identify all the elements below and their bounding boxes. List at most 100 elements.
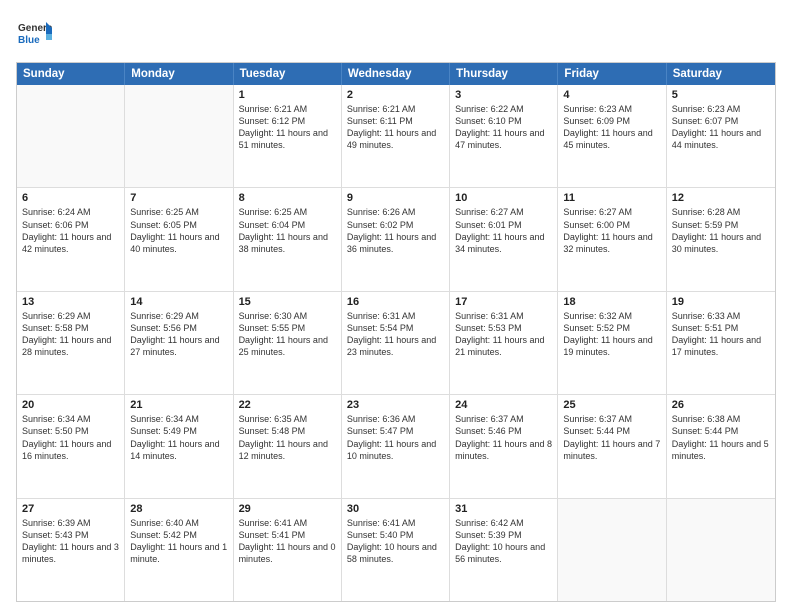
- calendar: SundayMondayTuesdayWednesdayThursdayFrid…: [16, 62, 776, 602]
- cell-info: Sunrise: 6:22 AM Sunset: 6:10 PM Dayligh…: [455, 103, 552, 152]
- day-number: 14: [130, 296, 227, 308]
- day-number: 7: [130, 192, 227, 204]
- day-number: 29: [239, 503, 336, 515]
- calendar-day-6: 6 Sunrise: 6:24 AM Sunset: 6:06 PM Daylig…: [17, 188, 125, 290]
- cell-info: Sunrise: 6:27 AM Sunset: 6:00 PM Dayligh…: [563, 206, 660, 255]
- cell-info: Sunrise: 6:37 AM Sunset: 5:44 PM Dayligh…: [563, 413, 660, 462]
- day-number: 6: [22, 192, 119, 204]
- day-number: 16: [347, 296, 444, 308]
- calendar-day-15: 15 Sunrise: 6:30 AM Sunset: 5:55 PM Dayli…: [234, 292, 342, 394]
- calendar-day-21: 21Sunrise: 6:34 AM Sunset: 5:49 PM Dayli…: [125, 395, 233, 497]
- day-number: 28: [130, 503, 227, 515]
- calendar-day-27: 27 Sunrise: 6:39 AM Sunset: 5:43 PM Dayli…: [17, 499, 125, 601]
- day-number: 12: [672, 192, 770, 204]
- header: General Blue: [16, 16, 776, 52]
- calendar-empty-cell: [17, 85, 125, 187]
- cell-info: Sunrise: 6:30 AM Sunset: 5:55 PM Dayligh…: [239, 310, 336, 359]
- cell-info: Sunrise: 6:21 AM Sunset: 6:11 PM Dayligh…: [347, 103, 444, 152]
- day-number: 22: [239, 399, 336, 411]
- cell-info: Sunrise: 6:40 AM Sunset: 5:42 PM Dayligh…: [130, 517, 227, 566]
- calendar-day-17: 17 Sunrise: 6:31 AM Sunset: 5:53 PM Dayli…: [450, 292, 558, 394]
- day-number: 8: [239, 192, 336, 204]
- calendar-week-5: 27 Sunrise: 6:39 AM Sunset: 5:43 PM Dayli…: [17, 499, 775, 601]
- day-number: 18: [563, 296, 660, 308]
- cell-info: Sunrise: 6:42 AM Sunset: 5:39 PM Dayligh…: [455, 517, 552, 566]
- header-day-thursday: Thursday: [450, 63, 558, 85]
- calendar-day-25: 25Sunrise: 6:37 AM Sunset: 5:44 PM Dayli…: [558, 395, 666, 497]
- calendar-day-18: 18 Sunrise: 6:32 AM Sunset: 5:52 PM Dayli…: [558, 292, 666, 394]
- calendar-day-14: 14 Sunrise: 6:29 AM Sunset: 5:56 PM Dayli…: [125, 292, 233, 394]
- cell-info: Sunrise: 6:37 AM Sunset: 5:46 PM Dayligh…: [455, 413, 552, 462]
- calendar-empty-cell: [667, 499, 775, 601]
- day-number: 5: [672, 89, 770, 101]
- calendar-day-5: 5 Sunrise: 6:23 AM Sunset: 6:07 PM Daylig…: [667, 85, 775, 187]
- cell-info: Sunrise: 6:31 AM Sunset: 5:53 PM Dayligh…: [455, 310, 552, 359]
- cell-info: Sunrise: 6:26 AM Sunset: 6:02 PM Dayligh…: [347, 206, 444, 255]
- calendar-day-31: 31 Sunrise: 6:42 AM Sunset: 5:39 PM Dayli…: [450, 499, 558, 601]
- calendar-day-4: 4Sunrise: 6:23 AM Sunset: 6:09 PM Daylig…: [558, 85, 666, 187]
- calendar-day-3: 3 Sunrise: 6:22 AM Sunset: 6:10 PM Daylig…: [450, 85, 558, 187]
- header-day-friday: Friday: [558, 63, 666, 85]
- day-number: 13: [22, 296, 119, 308]
- calendar-empty-cell: [558, 499, 666, 601]
- calendar-day-24: 24 Sunrise: 6:37 AM Sunset: 5:46 PM Dayli…: [450, 395, 558, 497]
- day-number: 10: [455, 192, 552, 204]
- day-number: 17: [455, 296, 552, 308]
- day-number: 21: [130, 399, 227, 411]
- cell-info: Sunrise: 6:25 AM Sunset: 6:05 PM Dayligh…: [130, 206, 227, 255]
- calendar-day-29: 29Sunrise: 6:41 AM Sunset: 5:41 PM Dayli…: [234, 499, 342, 601]
- day-number: 27: [22, 503, 119, 515]
- cell-info: Sunrise: 6:35 AM Sunset: 5:48 PM Dayligh…: [239, 413, 336, 462]
- calendar-week-2: 6 Sunrise: 6:24 AM Sunset: 6:06 PM Daylig…: [17, 188, 775, 291]
- calendar-day-26: 26Sunrise: 6:38 AM Sunset: 5:44 PM Dayli…: [667, 395, 775, 497]
- calendar-day-8: 8Sunrise: 6:25 AM Sunset: 6:04 PM Daylig…: [234, 188, 342, 290]
- header-day-tuesday: Tuesday: [234, 63, 342, 85]
- day-number: 9: [347, 192, 444, 204]
- calendar-body: 1Sunrise: 6:21 AM Sunset: 6:12 PM Daylig…: [17, 85, 775, 601]
- cell-info: Sunrise: 6:33 AM Sunset: 5:51 PM Dayligh…: [672, 310, 770, 359]
- calendar-day-7: 7 Sunrise: 6:25 AM Sunset: 6:05 PM Daylig…: [125, 188, 233, 290]
- calendar-day-2: 2 Sunrise: 6:21 AM Sunset: 6:11 PM Daylig…: [342, 85, 450, 187]
- calendar-day-22: 22 Sunrise: 6:35 AM Sunset: 5:48 PM Dayli…: [234, 395, 342, 497]
- cell-info: Sunrise: 6:34 AM Sunset: 5:50 PM Dayligh…: [22, 413, 119, 462]
- calendar-header: SundayMondayTuesdayWednesdayThursdayFrid…: [17, 63, 775, 85]
- day-number: 31: [455, 503, 552, 515]
- day-number: 11: [563, 192, 660, 204]
- calendar-day-16: 16Sunrise: 6:31 AM Sunset: 5:54 PM Dayli…: [342, 292, 450, 394]
- day-number: 20: [22, 399, 119, 411]
- day-number: 3: [455, 89, 552, 101]
- day-number: 15: [239, 296, 336, 308]
- calendar-day-20: 20 Sunrise: 6:34 AM Sunset: 5:50 PM Dayli…: [17, 395, 125, 497]
- logo: General Blue: [16, 16, 52, 52]
- cell-info: Sunrise: 6:29 AM Sunset: 5:58 PM Dayligh…: [22, 310, 119, 359]
- day-number: 24: [455, 399, 552, 411]
- calendar-empty-cell: [125, 85, 233, 187]
- cell-info: Sunrise: 6:23 AM Sunset: 6:09 PM Dayligh…: [563, 103, 660, 152]
- cell-info: Sunrise: 6:24 AM Sunset: 6:06 PM Dayligh…: [22, 206, 119, 255]
- header-day-monday: Monday: [125, 63, 233, 85]
- calendar-day-11: 11 Sunrise: 6:27 AM Sunset: 6:00 PM Dayli…: [558, 188, 666, 290]
- cell-info: Sunrise: 6:39 AM Sunset: 5:43 PM Dayligh…: [22, 517, 119, 566]
- calendar-day-30: 30 Sunrise: 6:41 AM Sunset: 5:40 PM Dayli…: [342, 499, 450, 601]
- calendar-day-12: 12 Sunrise: 6:28 AM Sunset: 5:59 PM Dayli…: [667, 188, 775, 290]
- cell-info: Sunrise: 6:28 AM Sunset: 5:59 PM Dayligh…: [672, 206, 770, 255]
- cell-info: Sunrise: 6:36 AM Sunset: 5:47 PM Dayligh…: [347, 413, 444, 462]
- cell-info: Sunrise: 6:32 AM Sunset: 5:52 PM Dayligh…: [563, 310, 660, 359]
- header-day-saturday: Saturday: [667, 63, 775, 85]
- header-day-sunday: Sunday: [17, 63, 125, 85]
- calendar-day-28: 28 Sunrise: 6:40 AM Sunset: 5:42 PM Dayli…: [125, 499, 233, 601]
- header-day-wednesday: Wednesday: [342, 63, 450, 85]
- cell-info: Sunrise: 6:23 AM Sunset: 6:07 PM Dayligh…: [672, 103, 770, 152]
- calendar-day-23: 23 Sunrise: 6:36 AM Sunset: 5:47 PM Dayli…: [342, 395, 450, 497]
- day-number: 30: [347, 503, 444, 515]
- day-number: 19: [672, 296, 770, 308]
- cell-info: Sunrise: 6:27 AM Sunset: 6:01 PM Dayligh…: [455, 206, 552, 255]
- cell-info: Sunrise: 6:38 AM Sunset: 5:44 PM Dayligh…: [672, 413, 770, 462]
- calendar-day-10: 10 Sunrise: 6:27 AM Sunset: 6:01 PM Dayli…: [450, 188, 558, 290]
- calendar-day-1: 1Sunrise: 6:21 AM Sunset: 6:12 PM Daylig…: [234, 85, 342, 187]
- day-number: 2: [347, 89, 444, 101]
- cell-info: Sunrise: 6:29 AM Sunset: 5:56 PM Dayligh…: [130, 310, 227, 359]
- cell-info: Sunrise: 6:41 AM Sunset: 5:40 PM Dayligh…: [347, 517, 444, 566]
- day-number: 23: [347, 399, 444, 411]
- logo-svg: General Blue: [16, 16, 52, 52]
